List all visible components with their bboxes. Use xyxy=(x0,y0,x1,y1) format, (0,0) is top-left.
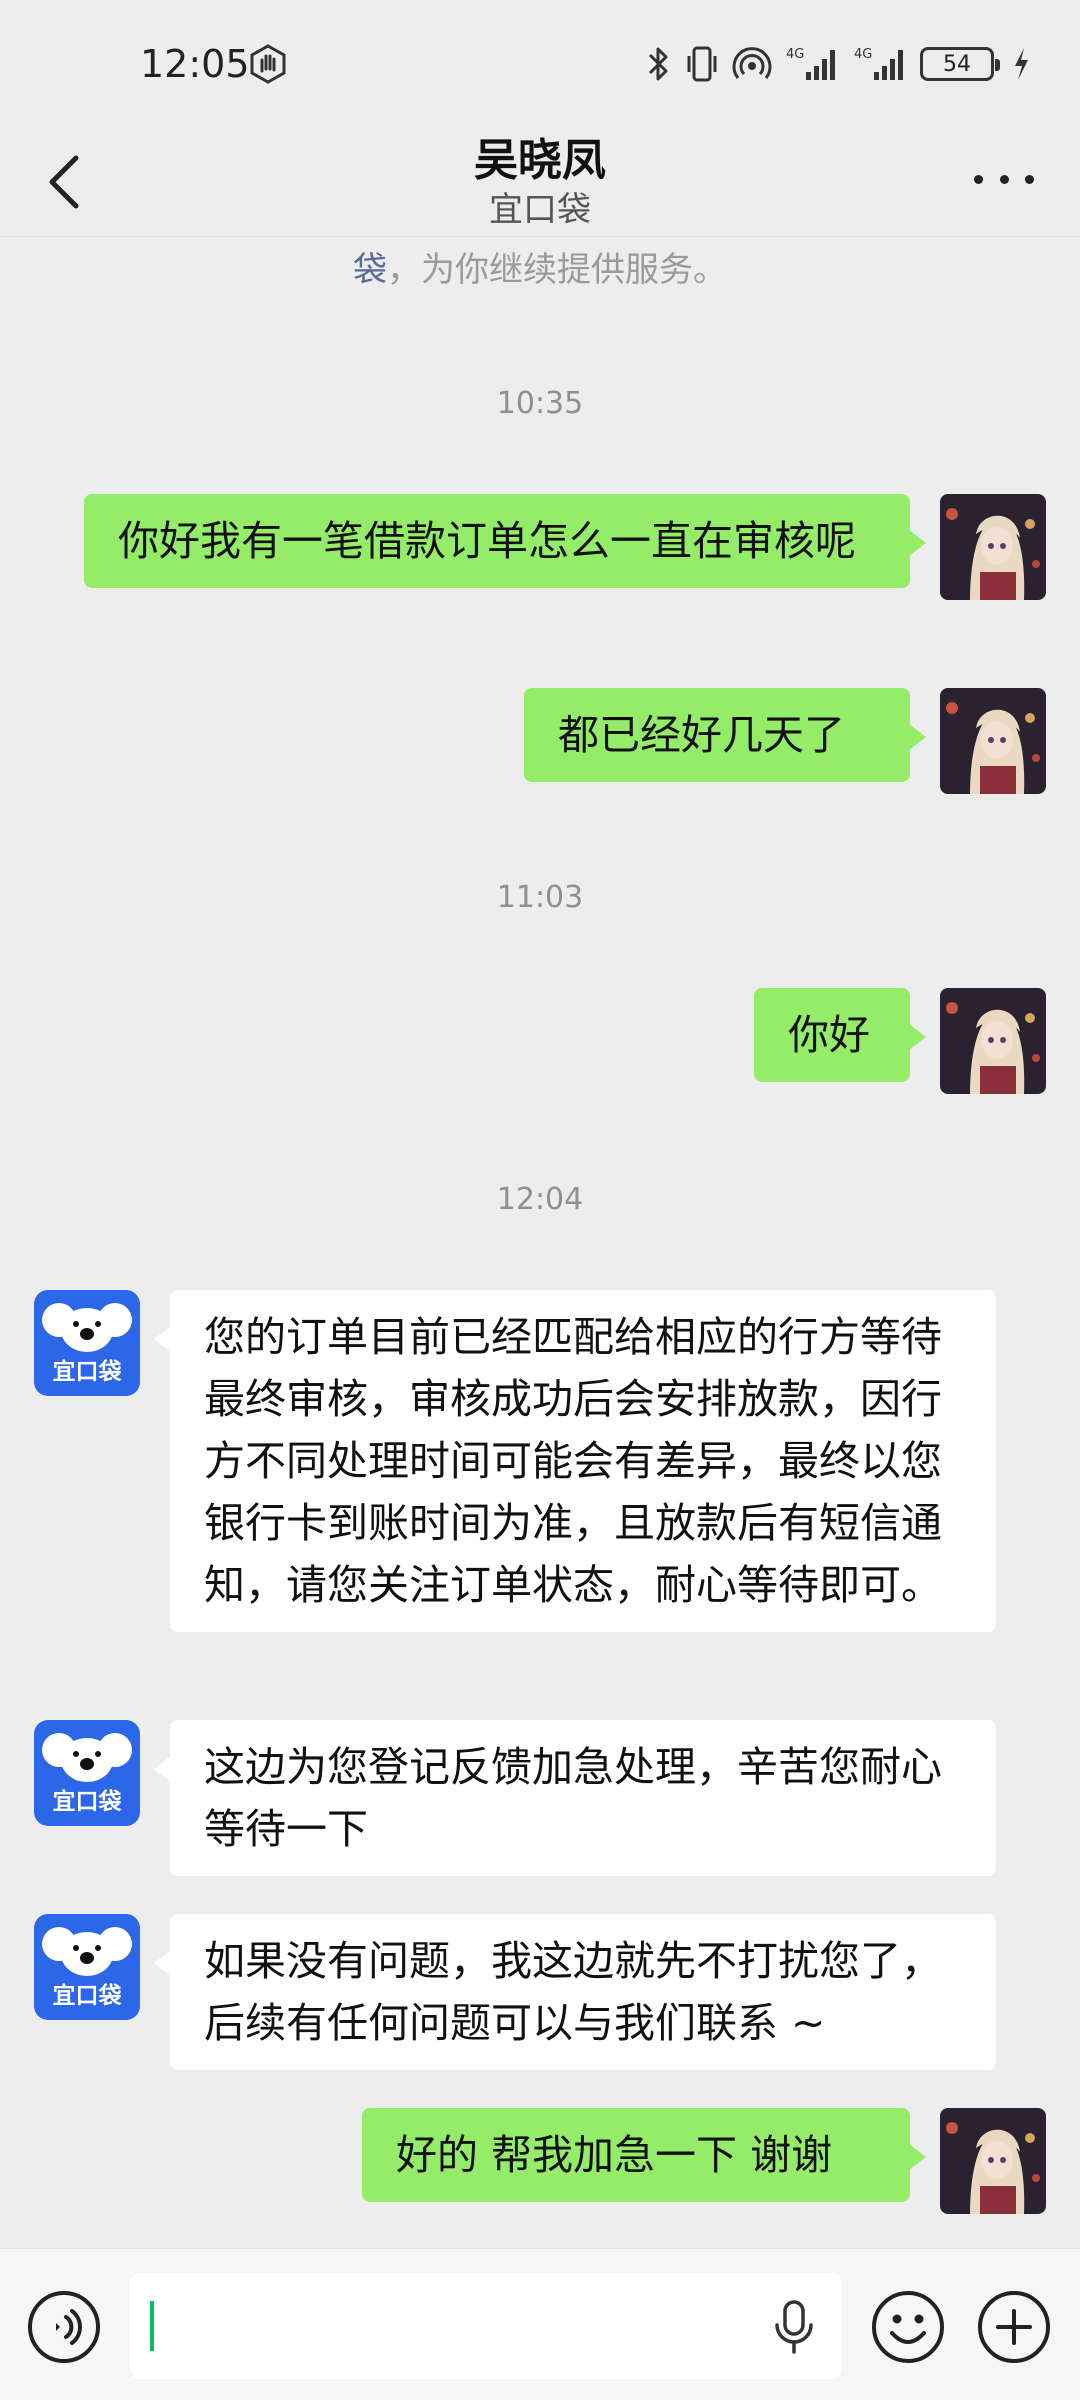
my-avatar[interactable] xyxy=(940,494,1046,600)
incoming-message-bubble[interactable]: 如果没有问题，我这边就先不打扰您了，后续有任何问题可以与我们联系 ~ xyxy=(154,1914,996,2070)
message-timestamp: 12:04 xyxy=(496,1182,584,1217)
outgoing-message-bubble[interactable]: 你好我有一笔借款订单怎么一直在审核呢 xyxy=(84,494,926,588)
vibrate-icon xyxy=(687,46,717,82)
my-avatar[interactable] xyxy=(940,688,1046,794)
bluetooth-icon xyxy=(648,47,668,81)
avatar-image xyxy=(940,2108,1046,2214)
outgoing-message-bubble[interactable]: 好的 帮我加急一下 谢谢 xyxy=(362,2108,926,2202)
outgoing-message-bubble[interactable]: 都已经好几天了 xyxy=(524,688,926,782)
signal-4g-icon: 4G xyxy=(786,47,835,80)
battery-icon: 54 xyxy=(920,47,1000,81)
incoming-message-bubble[interactable]: 您的订单目前已经匹配给相应的行方等待最终审核，审核成功后会安排放款，因行方不同处… xyxy=(154,1290,996,1632)
chat-header: 吴晓凤 宜口袋 xyxy=(0,110,1080,240)
hand-icon xyxy=(250,44,286,84)
voice-input-icon[interactable] xyxy=(26,2289,102,2365)
status-icons: 4G 4G 54 xyxy=(646,42,1030,86)
incoming-message-bubble[interactable]: 这边为您登记反馈加急处理，辛苦您耐心等待一下 xyxy=(154,1720,996,1876)
plus-icon[interactable] xyxy=(976,2289,1052,2365)
charging-icon xyxy=(1015,48,1028,80)
message-timestamp: 10:35 xyxy=(496,386,584,421)
signal-4g-icon: 4G xyxy=(854,47,903,80)
microphone-icon[interactable] xyxy=(772,2299,816,2355)
system-notice-link[interactable]: 袋 xyxy=(353,250,387,290)
chat-subtitle: 宜口袋 xyxy=(489,190,591,230)
my-avatar[interactable] xyxy=(940,2108,1046,2214)
svg-text:4G: 4G xyxy=(786,47,804,62)
text-caret xyxy=(150,2301,154,2351)
hotspot-icon xyxy=(732,47,772,79)
agent-avatar[interactable]: 宜口袋 xyxy=(34,1720,140,1826)
avatar-image xyxy=(940,688,1046,794)
svg-text:4G: 4G xyxy=(854,47,872,62)
my-avatar[interactable] xyxy=(940,988,1046,1094)
outgoing-message-bubble[interactable]: 你好 xyxy=(754,988,926,1082)
agent-avatar-label: 宜口袋 xyxy=(52,1789,122,1815)
agent-avatar-label: 宜口袋 xyxy=(52,1983,122,2009)
agent-avatar[interactable]: 宜口袋 xyxy=(34,1914,140,2020)
system-notice: 袋，为你继续提供服务。 xyxy=(0,242,1080,291)
agent-avatar[interactable]: 宜口袋 xyxy=(34,1290,140,1396)
more-dot xyxy=(999,174,1009,184)
system-notice-text: ，为你继续提供服务。 xyxy=(387,250,727,290)
agent-avatar-label: 宜口袋 xyxy=(52,1359,122,1385)
header-divider xyxy=(0,236,1080,237)
chat-title: 吴晓凤 xyxy=(474,135,606,186)
more-options-button[interactable] xyxy=(964,154,1044,204)
avatar-image xyxy=(940,988,1046,1094)
battery-level: 54 xyxy=(943,51,971,77)
avatar-image xyxy=(940,494,1046,600)
status-time: 12:05 xyxy=(140,42,250,86)
more-dot xyxy=(1025,174,1034,184)
message-input[interactable] xyxy=(130,2273,842,2379)
more-dot xyxy=(974,174,983,184)
input-bar xyxy=(0,2248,1080,2400)
message-timestamp: 11:03 xyxy=(496,880,584,915)
emoji-icon[interactable] xyxy=(870,2289,946,2365)
